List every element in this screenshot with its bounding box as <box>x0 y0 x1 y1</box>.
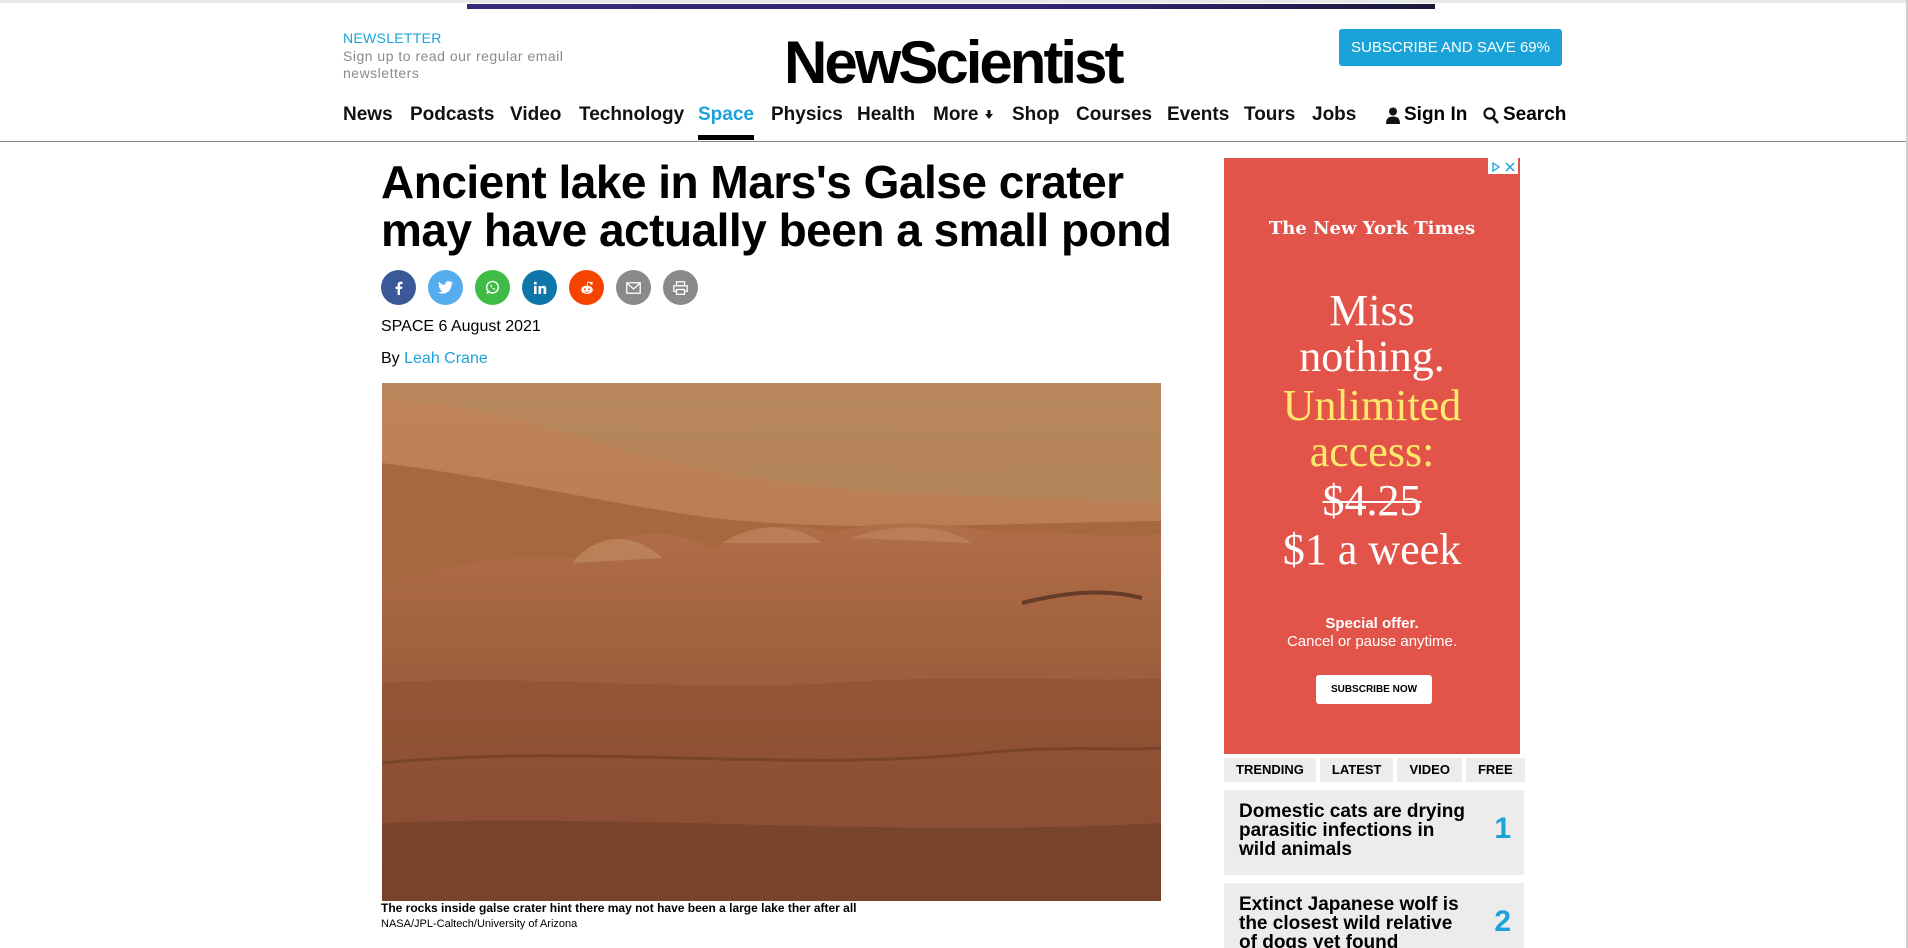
trending-item[interactable]: Domestic cats are drying parasitic infec… <box>1224 790 1524 875</box>
author-link[interactable]: Leah Crane <box>404 350 488 367</box>
ad-choices-close[interactable] <box>1488 158 1518 174</box>
trending-item[interactable]: Extinct Japanese wolf is the closest wil… <box>1224 883 1524 948</box>
article-headline: Ancient lake in Mars's Galse crater may … <box>381 156 1172 256</box>
nav-item-courses[interactable]: Courses <box>1076 104 1152 142</box>
ad-brand: The New York Times <box>1268 218 1476 239</box>
trending-title: Extinct Japanese wolf is the closest wil… <box>1239 894 1459 948</box>
twitter-icon <box>438 281 453 294</box>
ad-offer-1: Special offer. <box>1325 615 1419 632</box>
tab-latest[interactable]: LATEST <box>1319 758 1394 782</box>
nav-item-more[interactable]: More <box>933 104 994 142</box>
ad-offer-2: Cancel or pause anytime. <box>1286 633 1458 650</box>
nav-item-physics[interactable]: Physics <box>771 104 843 142</box>
email-share-button[interactable] <box>616 270 651 305</box>
nav-item-tours[interactable]: Tours <box>1244 104 1295 142</box>
top-border <box>0 0 1908 3</box>
print-button[interactable] <box>663 270 698 305</box>
ad-new-price: $1 a week <box>1282 525 1462 574</box>
search-link[interactable]: Search <box>1483 104 1566 126</box>
ad-line-4: access: <box>1309 427 1435 476</box>
sign-in-label: Sign In <box>1404 104 1468 125</box>
sidebar-tabs: TRENDING LATEST VIDEO FREE <box>1224 758 1525 782</box>
tab-video[interactable]: VIDEO <box>1397 758 1462 782</box>
newsletter-promo[interactable]: NEWSLETTER Sign up to read our regular e… <box>343 30 603 82</box>
byline: By Leah Crane <box>381 350 488 368</box>
ad-line-3: Unlimited <box>1282 381 1462 430</box>
nav-item-health[interactable]: Health <box>857 104 915 142</box>
nav-item-events[interactable]: Events <box>1167 104 1229 142</box>
nav-item-video[interactable]: Video <box>510 104 561 142</box>
whatsapp-share-button[interactable] <box>475 270 510 305</box>
ad-line-2: nothing. <box>1299 332 1445 381</box>
subscribe-button[interactable]: SUBSCRIBE AND SAVE 69% <box>1339 29 1562 66</box>
article-hero-image <box>382 383 1161 901</box>
byline-prefix: By <box>381 350 400 367</box>
ad-line-1: Miss <box>1329 286 1415 335</box>
ad-subscribe-button[interactable]: SUBSCRIBE NOW <box>1316 675 1432 704</box>
nav-item-news[interactable]: News <box>343 104 393 142</box>
trending-rank: 1 <box>1494 812 1511 845</box>
print-icon <box>673 280 688 295</box>
newsletter-subtitle: Sign up to read our regular email newsle… <box>343 48 564 81</box>
chevron-down-icon <box>984 110 993 119</box>
nyt-advertisement[interactable]: The New York Times Miss nothing. Unlimit… <box>1224 158 1520 754</box>
trending-title: Domestic cats are drying parasitic infec… <box>1239 801 1465 860</box>
image-caption: The rocks inside galse crater hint there… <box>381 901 1161 930</box>
ad-choices-icon <box>1492 161 1501 173</box>
reddit-share-button[interactable] <box>569 270 604 305</box>
main-nav: News Podcasts Video Technology Space Phy… <box>343 104 1566 142</box>
nav-item-more-label: More <box>933 104 979 125</box>
email-icon <box>626 281 641 294</box>
ad-old-price: $4.25 <box>1322 476 1422 525</box>
share-buttons <box>381 270 698 305</box>
sign-in-link[interactable]: Sign In <box>1386 104 1467 126</box>
caption-text: The rocks inside galse crater hint there… <box>381 901 857 915</box>
nav-item-jobs[interactable]: Jobs <box>1312 104 1356 142</box>
user-icon <box>1386 107 1400 124</box>
search-icon <box>1483 106 1499 124</box>
nav-divider <box>0 141 1908 142</box>
tab-trending[interactable]: TRENDING <box>1224 758 1316 782</box>
whatsapp-icon <box>485 280 500 294</box>
tab-free[interactable]: FREE <box>1465 758 1525 782</box>
nav-item-shop[interactable]: Shop <box>1012 104 1060 142</box>
article-meta: SPACE 6 August 2021 <box>381 318 541 336</box>
facebook-icon <box>395 281 402 295</box>
newsletter-title[interactable]: NEWSLETTER <box>343 30 603 46</box>
linkedin-icon <box>533 281 546 294</box>
caption-credit: NASA/JPL-Caltech/University of Arizona <box>381 918 578 930</box>
mars-crater-image <box>382 383 1161 901</box>
trending-rank: 2 <box>1494 905 1511 938</box>
nav-item-podcasts[interactable]: Podcasts <box>410 104 494 142</box>
publish-date: 6 August 2021 <box>438 318 541 335</box>
twitter-share-button[interactable] <box>428 270 463 305</box>
nav-item-space[interactable]: Space <box>698 104 754 142</box>
facebook-share-button[interactable] <box>381 270 416 305</box>
ad-offer: Special offer. Cancel or pause anytime. <box>1224 615 1520 651</box>
section-label[interactable]: SPACE <box>381 318 434 335</box>
linkedin-share-button[interactable] <box>522 270 557 305</box>
nav-item-technology[interactable]: Technology <box>579 104 684 142</box>
site-logo[interactable]: NewScientist <box>784 28 1124 98</box>
close-icon <box>1505 162 1515 172</box>
reddit-icon <box>580 280 593 294</box>
search-label: Search <box>1503 104 1567 125</box>
top-accent-strip <box>467 4 1435 9</box>
